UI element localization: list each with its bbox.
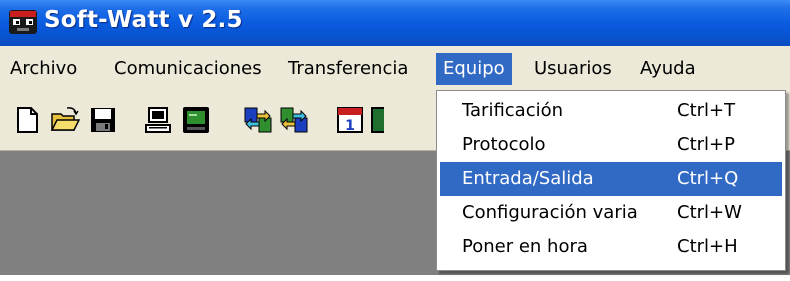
transfer-up-icon[interactable]: [243, 105, 273, 135]
menu-item-label: Protocolo: [462, 134, 546, 155]
menu-bar: Archivo Comunicaciones Transferencia Equ…: [0, 46, 790, 90]
menu-transferencia[interactable]: Transferencia: [281, 53, 415, 85]
open-folder-icon[interactable]: [50, 105, 80, 135]
menu-item-label: Entrada/Salida: [462, 168, 594, 189]
menu-item-shortcut: Ctrl+H: [677, 236, 738, 257]
menu-item-label: Poner en hora: [462, 236, 588, 257]
new-document-icon[interactable]: [12, 105, 42, 135]
calendar-icon[interactable]: 1: [335, 105, 365, 135]
svg-text:1: 1: [345, 118, 355, 134]
menu-item-shortcut: Ctrl+T: [677, 100, 736, 121]
computer-icon[interactable]: [143, 105, 173, 135]
save-disk-icon[interactable]: [88, 105, 118, 135]
menu-archivo[interactable]: Archivo: [3, 53, 84, 85]
menu-item-label: Configuración varia: [462, 202, 638, 223]
menu-item-shortcut: Ctrl+W: [677, 202, 742, 223]
menu-comunicaciones[interactable]: Comunicaciones: [107, 53, 269, 85]
menu-item-label: Tarificación: [462, 100, 564, 121]
title-bar: Soft-Watt v 2.5: [0, 0, 790, 46]
menu-item-shortcut: Ctrl+P: [677, 134, 735, 155]
menu-item-shortcut: Ctrl+Q: [677, 168, 739, 189]
transfer-down-icon[interactable]: [279, 105, 309, 135]
monitor-icon[interactable]: [181, 105, 211, 135]
menu-item-tarificacion[interactable]: Tarificación Ctrl+T: [440, 94, 782, 128]
menu-item-entrada-salida[interactable]: Entrada/Salida Ctrl+Q: [440, 162, 782, 196]
menu-item-protocolo[interactable]: Protocolo Ctrl+P: [440, 128, 782, 162]
status-strip: [0, 275, 790, 281]
window-title: Soft-Watt v 2.5: [44, 7, 243, 33]
equipo-dropdown-menu: Tarificación Ctrl+T Protocolo Ctrl+P Ent…: [436, 90, 786, 271]
menu-equipo[interactable]: Equipo: [436, 53, 512, 85]
menu-item-configuracion-varia[interactable]: Configuración varia Ctrl+W: [440, 196, 782, 230]
app-face-icon: [9, 10, 37, 34]
clock-icon[interactable]: [370, 105, 384, 135]
menu-usuarios[interactable]: Usuarios: [527, 53, 619, 85]
menu-ayuda[interactable]: Ayuda: [633, 53, 703, 85]
menu-item-poner-en-hora[interactable]: Poner en hora Ctrl+H: [440, 230, 782, 264]
